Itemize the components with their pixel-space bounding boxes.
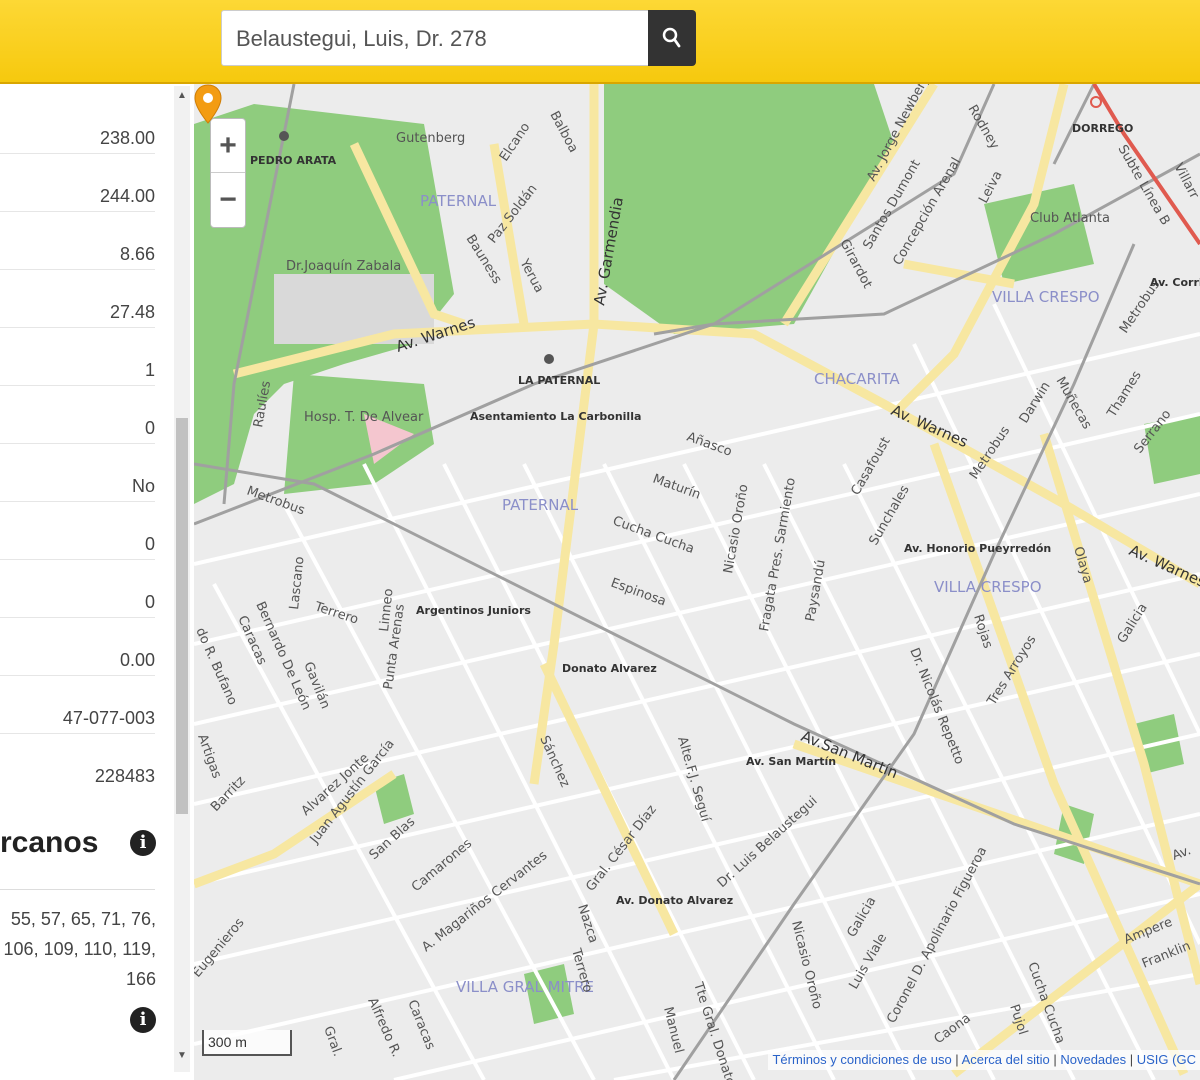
usig-link[interactable]: USIG (1137, 1052, 1169, 1067)
about-link[interactable]: Acerca del sitio (962, 1052, 1050, 1067)
street-label: Villarr (1170, 161, 1200, 202)
district-label: CHACARITA (814, 370, 900, 388)
info-row: 27.48 (0, 270, 155, 328)
info-row: 244.00 (0, 154, 155, 212)
info-row: 0 (0, 502, 155, 560)
street-label: Thames (1104, 368, 1145, 421)
zoom-control: + − (210, 118, 246, 228)
location-pin-icon[interactable] (194, 84, 222, 124)
street-label: Alfredo R. (364, 996, 403, 1060)
street-label: Eugenieros (194, 915, 248, 980)
zoom-out-button[interactable]: − (211, 173, 245, 227)
poi-label: Av. San Martín (746, 755, 836, 768)
info-row: 8.66 (0, 212, 155, 270)
street-label: Artigas (194, 732, 224, 781)
poi-label: Donato Alvarez (562, 662, 657, 675)
divider (0, 889, 155, 890)
street-label: Elcano (497, 120, 534, 164)
street-label: Nicasio Oroño (721, 483, 751, 575)
map-view[interactable]: PATERNAL PATERNAL CHACARITA VILLA CRESPO… (194, 84, 1200, 1080)
info-row: 238.00 (0, 96, 155, 154)
street-label: Coronel D. Apolinario Figueroa (884, 844, 990, 1025)
zoom-in-button[interactable]: + (211, 119, 245, 173)
street-label: San Blas (367, 814, 419, 863)
info-row: 1 (0, 328, 155, 386)
station-label: DORREGO (1072, 122, 1133, 135)
street-label: Franklin (1140, 939, 1193, 972)
map-attribution: Términos y condiciones de uso | Acerca d… (768, 1050, 1200, 1070)
district-label: VILLA CRESPO (992, 288, 1100, 306)
info-row: No (0, 444, 155, 502)
street-label: Av. Warnes (888, 401, 971, 451)
street-label: Sánchez (536, 734, 572, 790)
info-row: 0 (0, 386, 155, 444)
info-row: 0.00 (0, 618, 155, 676)
street-label: Fragata Pres. Sarmiento (757, 477, 799, 633)
station-icon (1090, 96, 1102, 108)
street-label: Gutenberg (396, 131, 465, 146)
street-label: Olaya (1070, 545, 1095, 585)
info-row: 228483 (94, 766, 155, 786)
poi-label: Asentamiento La Carbonilla (470, 410, 641, 423)
street-label: Balboa (546, 109, 580, 155)
gc-link[interactable]: (GC (1172, 1052, 1196, 1067)
street-label: Subte Línea B (1115, 143, 1173, 229)
top-bar: Belaustegui, Luis, Dr. 278 (0, 0, 1200, 84)
street-label: Maturín (651, 472, 703, 503)
search-button[interactable] (648, 10, 696, 66)
street-label: Av. (1170, 843, 1193, 864)
district-label: PATERNAL (502, 496, 579, 514)
street-label: Cucha Cucha (611, 514, 696, 557)
district-label: VILLA CRESPO (934, 578, 1042, 596)
info-icon[interactable]: i (130, 1007, 156, 1033)
map-canvas[interactable]: PATERNAL PATERNAL CHACARITA VILLA CRESPO… (194, 84, 1200, 1080)
scale-bar: 300 m (202, 1030, 292, 1056)
street-label: Alte.F.J. Seguí (674, 735, 713, 824)
station-label: LA PATERNAL (518, 374, 600, 387)
search-icon (662, 27, 681, 48)
street-label: Añasco (685, 430, 734, 460)
poi-label: Hosp. T. De Alvear (304, 410, 424, 425)
info-row: 0 (0, 560, 155, 618)
bus-lines: 55, 57, 65, 71, 76, 106, 109, 110, 119, … (3, 909, 156, 989)
street-label: Lascano (287, 556, 307, 611)
street-label: Paysandú (803, 559, 829, 623)
terms-link[interactable]: Términos y condiciones de uso (772, 1052, 951, 1067)
street-label: Sunchales (866, 483, 912, 548)
poi-label: Dr.Joaquín Zabala (286, 259, 401, 274)
street-label: Camarones (409, 836, 475, 895)
poi-label: Club Atlanta (1030, 211, 1110, 226)
station-icon (544, 354, 554, 364)
district-label: PATERNAL (420, 192, 497, 210)
scrollbar-thumb[interactable] (176, 418, 188, 814)
poi-label: Av. Donato Alvarez (616, 894, 733, 907)
street-label: Galicia (844, 894, 879, 940)
street-label: Gral. (320, 1024, 345, 1058)
info-icon[interactable]: i (130, 830, 156, 856)
poi-label: Av. Honorio Pueyrredón (904, 542, 1051, 555)
street-label: Av. Corrie (1150, 276, 1200, 289)
scroll-up-icon[interactable]: ▲ (176, 90, 188, 102)
park-area (604, 84, 894, 334)
poi-label: Argentinos Juniors (416, 604, 531, 617)
district-label: VILLA GRAL MITRE (456, 978, 594, 996)
info-row: 47-077-003 (0, 676, 155, 734)
street-label: Caracas (404, 998, 438, 1052)
news-link[interactable]: Novedades (1060, 1052, 1126, 1067)
scroll-down-icon[interactable]: ▼ (176, 1050, 188, 1062)
section-title: rcanos (0, 826, 99, 859)
station-label: PEDRO ARATA (250, 154, 337, 167)
station-icon (279, 131, 289, 141)
street-label: Espinosa (609, 576, 668, 610)
search-input[interactable]: Belaustegui, Luis, Dr. 278 (221, 10, 649, 66)
street-label: Dr. Nicolás Repetto (906, 646, 966, 767)
